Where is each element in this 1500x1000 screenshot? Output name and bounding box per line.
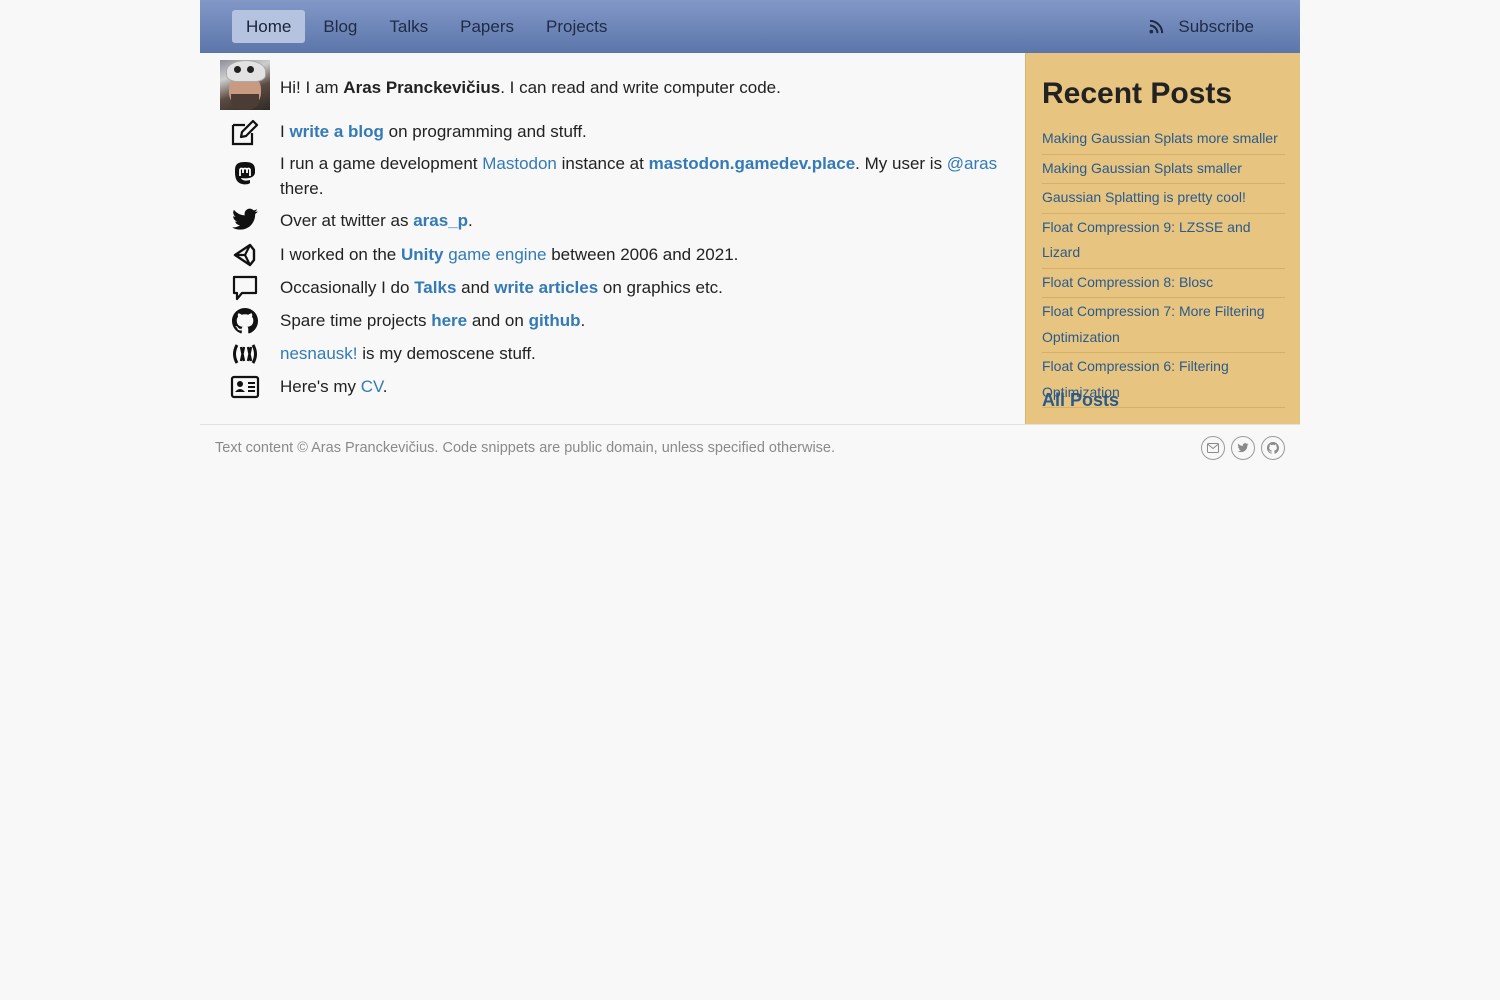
talks-link[interactable]: Talks <box>414 278 456 297</box>
cv-post: . <box>382 377 388 396</box>
mastodon-instance-link[interactable]: mastodon.gamedev.place <box>649 154 856 173</box>
game-engine-link[interactable]: game engine <box>443 245 546 264</box>
github-pre: Spare time projects <box>280 311 432 330</box>
unity-link[interactable]: Unity <box>401 245 444 264</box>
page-container: Home Blog Talks Papers Projects Subscrib… <box>200 0 1300 460</box>
nav-projects[interactable]: Projects <box>532 10 621 43</box>
avatar <box>220 60 270 110</box>
talks-pre: Occasionally I do <box>280 278 415 297</box>
footer-social-links <box>1195 436 1285 460</box>
intro-pre: Hi! I am <box>280 78 344 97</box>
recent-post-link[interactable]: Making Gaussian Splats smaller <box>1042 155 1285 184</box>
footer-copyright: Text content © Aras Pranckevičius. Code … <box>215 440 836 456</box>
rss-icon <box>1149 19 1164 34</box>
blog-text: I write a blog on programming and stuff. <box>280 119 1001 144</box>
all-posts-link[interactable]: All Posts <box>1042 390 1119 411</box>
unity-text: I worked on the Unity game engine betwee… <box>280 242 1001 267</box>
mastodon-link[interactable]: Mastodon <box>482 154 557 173</box>
twitter-icon <box>230 208 260 232</box>
intro-post: . I can read and write computer code. <box>500 78 781 97</box>
speech-bubble-icon <box>230 274 260 302</box>
footer: Text content © Aras Pranckevičius. Code … <box>200 424 1300 473</box>
mastodon-mid1: instance at <box>556 154 649 173</box>
intro-text: Hi! I am Aras Pranckevičius. I can read … <box>280 75 1001 100</box>
demoscene-text: nesnausk! is my demoscene stuff. <box>280 341 1001 366</box>
nav-papers[interactable]: Papers <box>446 10 528 43</box>
main-content: Hi! I am Aras Pranckevičius. I can read … <box>200 53 1025 424</box>
mastodon-pre: I run a game development <box>280 154 483 173</box>
talks-post: on graphics etc. <box>598 278 723 297</box>
top-navbar: Home Blog Talks Papers Projects Subscrib… <box>200 0 1300 53</box>
email-icon[interactable] <box>1201 436 1225 460</box>
recent-posts-sidebar: Recent Posts Making Gaussian Splats more… <box>1025 53 1300 424</box>
write-articles-link[interactable]: write articles <box>494 278 598 297</box>
mastodon-text: I run a game development Mastodon instan… <box>280 151 1001 201</box>
mastodon-mid2: . My user is <box>855 154 947 173</box>
subscribe-link[interactable]: Subscribe <box>1149 10 1254 43</box>
nesnausk-link[interactable]: nesnausk! <box>280 344 358 363</box>
mastodon-icon <box>230 161 260 187</box>
write-a-blog-link[interactable]: write a blog <box>289 122 383 141</box>
recent-post-link[interactable]: Making Gaussian Splats more smaller <box>1042 125 1285 155</box>
talks-mid: and <box>456 278 495 297</box>
mastodon-user-link[interactable]: @aras <box>947 154 997 173</box>
intro-name: Aras Pranckevičius <box>343 78 501 97</box>
nav-blog[interactable]: Blog <box>309 10 371 43</box>
cv-link[interactable]: CV <box>361 377 383 396</box>
github-icon[interactable] <box>1261 436 1285 460</box>
recent-posts-list: Making Gaussian Splats more smaller Maki… <box>1042 125 1285 408</box>
id-card-icon <box>230 374 260 400</box>
recent-post-link[interactable]: Float Compression 8: Blosc <box>1042 269 1285 298</box>
talks-text: Occasionally I do Talks and write articl… <box>280 275 1001 300</box>
nav-links: Home Blog Talks Papers Projects <box>232 10 625 43</box>
recent-post-link[interactable]: Gaussian Splatting is pretty cool! <box>1042 184 1285 214</box>
subscribe-label: Subscribe <box>1178 17 1254 36</box>
twitter-icon[interactable] <box>1231 436 1255 460</box>
edit-icon <box>230 119 260 147</box>
github-text: Spare time projects here and on github. <box>280 308 1001 333</box>
unity-pre: I worked on the <box>280 245 401 264</box>
recent-post-link[interactable]: Float Compression 7: More Filtering Opti… <box>1042 298 1285 353</box>
twitter-text: Over at twitter as aras_p. <box>280 208 1001 233</box>
github-link[interactable]: github <box>529 311 581 330</box>
nesnausk-logo-icon <box>230 343 260 365</box>
github-post: . <box>580 311 586 330</box>
nav-home[interactable]: Home <box>232 10 306 43</box>
demoscene-post: is my demoscene stuff. <box>357 344 536 363</box>
cv-pre: Here's my <box>280 377 361 396</box>
twitter-post: . <box>468 211 473 230</box>
recent-post-link[interactable]: Float Compression 9: LZSSE and Lizard <box>1042 214 1285 269</box>
twitter-handle-link[interactable]: aras_p <box>413 211 468 230</box>
unity-post: between 2006 and 2021. <box>546 245 739 264</box>
twitter-pre: Over at twitter as <box>280 211 414 230</box>
cv-text: Here's my CV. <box>280 374 1001 399</box>
blog-post: on programming and stuff. <box>383 122 587 141</box>
sidebar-title: Recent Posts <box>1042 77 1233 110</box>
unity-icon <box>230 242 260 268</box>
github-icon <box>230 308 260 334</box>
mastodon-post: there. <box>280 179 324 198</box>
github-mid: and on <box>467 311 529 330</box>
nav-talks[interactable]: Talks <box>375 10 442 43</box>
projects-here-link[interactable]: here <box>431 311 467 330</box>
